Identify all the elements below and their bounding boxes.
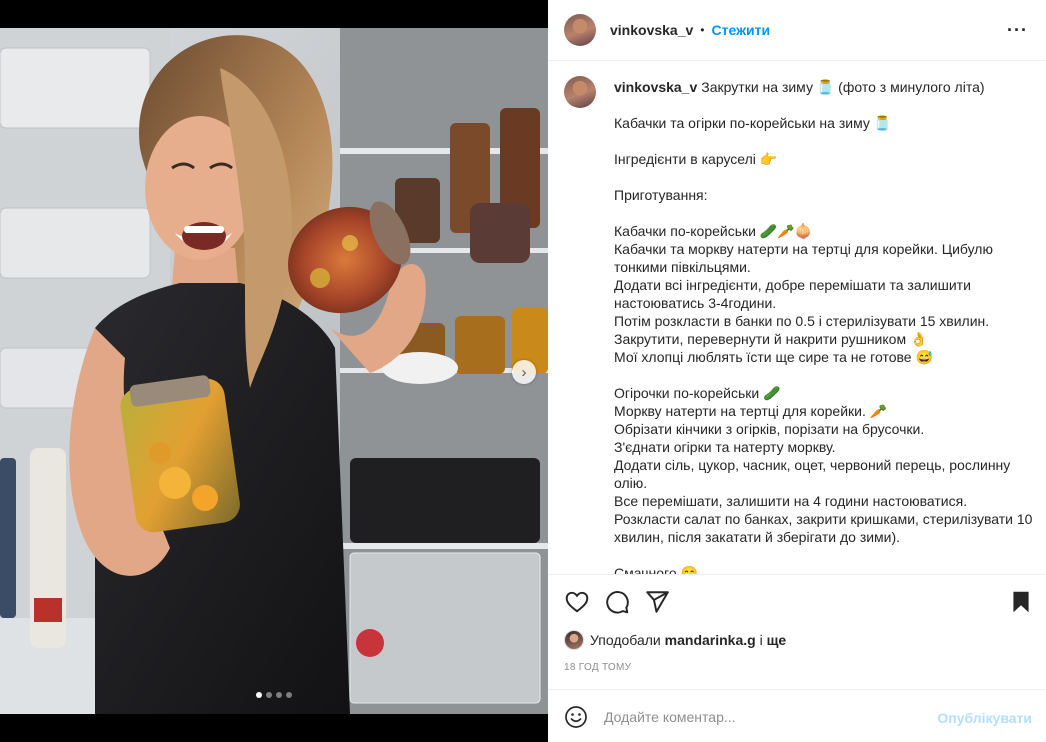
bookmark-icon[interactable] bbox=[1008, 589, 1034, 615]
caption-title-text: Закрутки на зиму 🫙 (фото з минулого літа… bbox=[701, 79, 985, 95]
caption-line: Кабачки та огірки по-корейськи на зиму 🫙 bbox=[614, 115, 892, 131]
likes-prefix: Уподобали bbox=[590, 632, 661, 648]
caption-body: Кабачки та огірки по-корейськи на зиму 🫙… bbox=[614, 96, 1034, 574]
liker-avatar[interactable] bbox=[564, 630, 584, 650]
post-photo[interactable] bbox=[0, 28, 548, 714]
carousel-dot bbox=[286, 692, 292, 698]
caption-line: Розкласти салат по банках, закрити кришк… bbox=[614, 511, 1037, 545]
header-separator: • bbox=[700, 23, 705, 37]
caption-line: Смачного 😋 bbox=[614, 565, 698, 574]
caption-username[interactable]: vinkovska_v bbox=[614, 79, 697, 95]
comment-icon[interactable] bbox=[604, 589, 630, 615]
carousel-dot bbox=[276, 692, 282, 698]
caption-line: Огірочки по-корейськи 🥒 bbox=[614, 385, 781, 401]
author-avatar[interactable] bbox=[564, 14, 596, 46]
chevron-right-icon: › bbox=[521, 363, 527, 381]
caption-line: Кабачки та моркву натерти на тертці для … bbox=[614, 241, 997, 275]
post-modal: › vinkovska_v • Стежити ··· vinkovska_v З… bbox=[0, 0, 1046, 742]
liker-username[interactable]: mandarinka.g bbox=[665, 632, 756, 648]
comment-input[interactable] bbox=[604, 704, 924, 730]
caption-line: Потім розкласти в банки по 0.5 і стерилі… bbox=[614, 313, 990, 329]
carousel-indicator bbox=[0, 692, 548, 698]
likes-summary: Уподобали mandarinka.g і ще bbox=[564, 630, 786, 650]
author-username[interactable]: vinkovska_v bbox=[610, 22, 693, 38]
caption-line: Все перемішати, залишити на 4 години нас… bbox=[614, 493, 968, 509]
emoji-icon[interactable] bbox=[564, 705, 588, 729]
caption-line: Закрутити, перевернути й накрити рушнико… bbox=[614, 331, 928, 347]
post-header: vinkovska_v • Стежити ··· bbox=[548, 0, 1046, 61]
caption-line: Обрізати кінчики з огірків, порізати на … bbox=[614, 421, 925, 437]
caption-line: З'єднати огірки та натерту моркву. bbox=[614, 439, 836, 455]
carousel-next-button[interactable]: › bbox=[512, 360, 536, 384]
caption-line: Додати всі інгредієнти, добре перемішати… bbox=[614, 277, 975, 311]
caption-line: Кабачки по-корейськи 🥒🥕🧅 bbox=[614, 223, 813, 239]
post-caption: vinkovska_v Закрутки на зиму 🫙 (фото з ми… bbox=[614, 78, 1034, 574]
caption-first-line: vinkovska_v Закрутки на зиму 🫙 (фото з ми… bbox=[614, 78, 1034, 96]
post-media: › bbox=[0, 0, 548, 742]
caption-line: Інгредієнти в каруселі 👉 bbox=[614, 151, 778, 167]
caption-line: Моркву натерти на тертці для корейки. 🥕 bbox=[614, 403, 888, 419]
carousel-dot-active bbox=[256, 692, 262, 698]
photo-illustration bbox=[0, 28, 548, 714]
caption-line: Приготування: bbox=[614, 187, 708, 203]
post-timestamp[interactable]: 18 ГОД ТОМУ bbox=[564, 662, 631, 673]
caption-line: Додати сіль, цукор, часник, оцет, червон… bbox=[614, 457, 1015, 491]
heart-icon[interactable] bbox=[564, 589, 590, 615]
likes-conjunction: і bbox=[759, 632, 763, 648]
caption-scroll-area[interactable]: vinkovska_v Закрутки на зиму 🫙 (фото з ми… bbox=[548, 62, 1046, 574]
more-options-icon[interactable]: ··· bbox=[1007, 20, 1028, 41]
caption-author-avatar[interactable] bbox=[564, 76, 596, 108]
carousel-dot bbox=[266, 692, 272, 698]
paper-plane-icon[interactable] bbox=[644, 589, 670, 615]
likes-others-link[interactable]: ще bbox=[767, 632, 787, 648]
post-actions-bar bbox=[548, 574, 1046, 628]
publish-button[interactable]: Опублікувати bbox=[937, 710, 1032, 726]
comment-form: Опублікувати bbox=[548, 689, 1046, 742]
post-side-panel: vinkovska_v • Стежити ··· vinkovska_v Зак… bbox=[548, 0, 1046, 742]
caption-line: Мої хлопці люблять їсти ще сире та не го… bbox=[614, 349, 933, 365]
follow-button[interactable]: Стежити bbox=[712, 22, 771, 38]
